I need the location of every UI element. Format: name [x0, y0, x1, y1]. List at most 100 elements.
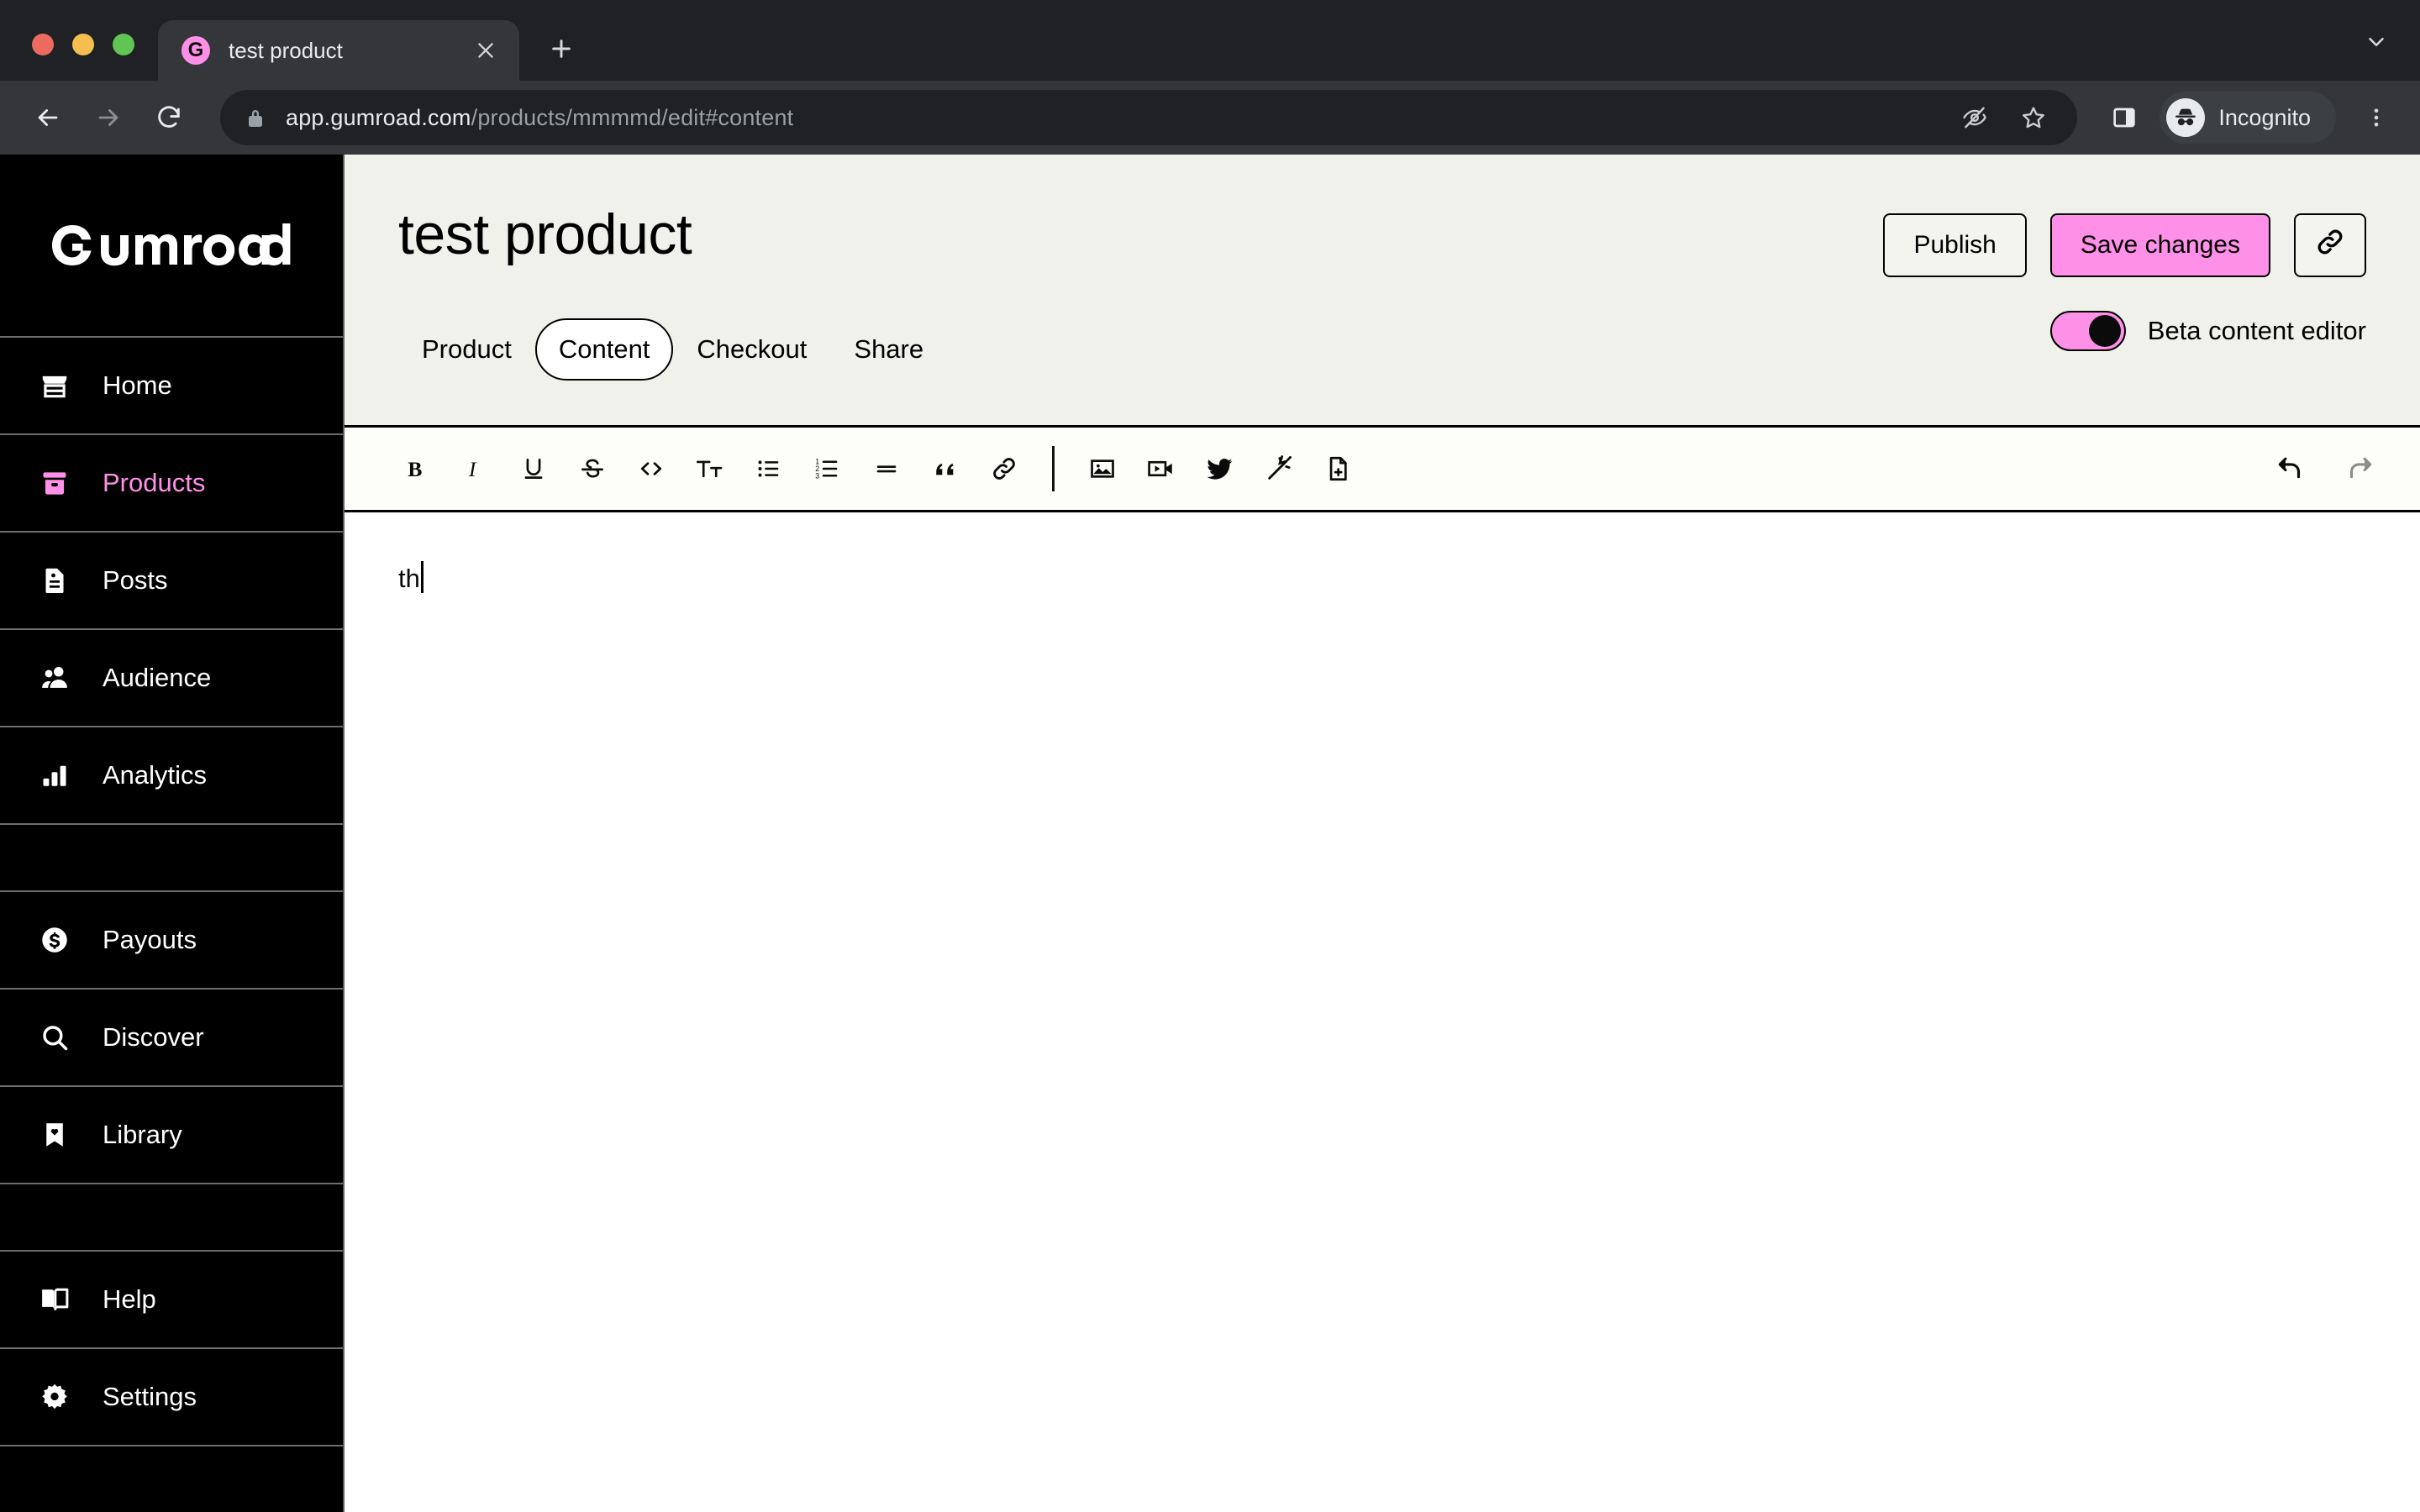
- new-tab-button[interactable]: [538, 25, 585, 72]
- blockquote-icon[interactable]: [919, 443, 971, 495]
- tab-list-chevron-down-icon[interactable]: [2353, 18, 2400, 66]
- minimize-window-button[interactable]: [72, 34, 94, 55]
- bar-chart-icon: [37, 758, 72, 793]
- url-text: app.gumroad.com/products/mmmmd/edit#cont…: [286, 104, 794, 130]
- eye-slash-icon[interactable]: [1956, 99, 1993, 136]
- magic-wand-icon[interactable]: [1253, 443, 1305, 495]
- product-tabs: Product Content Checkout Share Beta cont…: [398, 311, 2366, 425]
- svg-text:B: B: [408, 457, 422, 481]
- lock-icon: [245, 106, 267, 129]
- search-icon: [37, 1020, 72, 1055]
- omnibox-actions: [1956, 99, 2052, 136]
- bullet-list-icon[interactable]: [743, 443, 795, 495]
- redo-icon[interactable]: [2334, 443, 2386, 495]
- address-bar[interactable]: app.gumroad.com/products/mmmmd/edit#cont…: [220, 90, 2078, 145]
- sidebar-item-help[interactable]: Help: [0, 1252, 343, 1349]
- sidebar-item-label: Home: [103, 370, 172, 400]
- header-actions: Publish Save changes: [1883, 203, 2366, 277]
- side-panel-icon[interactable]: [2102, 96, 2146, 139]
- browser-toolbar: app.gumroad.com/products/mmmmd/edit#cont…: [0, 81, 2420, 155]
- close-window-button[interactable]: [32, 34, 54, 55]
- star-icon[interactable]: [2015, 99, 2052, 136]
- reload-icon[interactable]: [143, 92, 195, 144]
- sidebar-item-library[interactable]: Library: [0, 1087, 343, 1184]
- box-icon: [37, 465, 72, 501]
- beta-content-editor-toggle-group: Beta content editor: [2049, 311, 2366, 388]
- sidebar-item-label: Help: [103, 1284, 156, 1314]
- code-icon[interactable]: [625, 443, 677, 495]
- gear-icon: [37, 1379, 72, 1415]
- sidebar-item-label: Posts: [103, 565, 168, 595]
- sidebar-item-label: Products: [103, 468, 206, 497]
- tab-content[interactable]: Content: [534, 318, 674, 381]
- undo-icon[interactable]: [2264, 443, 2316, 495]
- sidebar-item-products[interactable]: Products: [0, 435, 343, 533]
- strikethrough-icon[interactable]: [566, 443, 618, 495]
- sidebar-item-home[interactable]: Home: [0, 338, 343, 435]
- link-icon: [2314, 226, 2346, 265]
- sidebar-item-posts[interactable]: Posts: [0, 533, 343, 630]
- storefront-icon: [37, 368, 72, 403]
- sidebar-divider-spacer: [0, 825, 343, 892]
- incognito-icon: [2166, 98, 2206, 137]
- gumroad-logo[interactable]: [0, 155, 343, 338]
- link-icon[interactable]: [978, 443, 1030, 495]
- toggle-knob: [2088, 315, 2121, 347]
- back-arrow-icon[interactable]: [22, 92, 74, 144]
- beta-toggle-label: Beta content editor: [2147, 316, 2366, 345]
- svg-text:I: I: [468, 457, 477, 481]
- text-size-icon[interactable]: [684, 443, 736, 495]
- sidebar-item-label: Payouts: [103, 925, 197, 954]
- editor-text: th: [398, 564, 420, 593]
- window-controls: [0, 34, 158, 81]
- sidebar-item-settings[interactable]: Settings: [0, 1349, 343, 1446]
- horizontal-rule-icon[interactable]: [860, 443, 913, 495]
- tab-title: test product: [229, 37, 343, 63]
- sidebar-divider-spacer-2: [0, 1184, 343, 1252]
- browser-window: G test product app.gumroad.com/products/…: [0, 0, 2420, 1512]
- publish-button[interactable]: Publish: [1883, 213, 2027, 277]
- bookmark-heart-icon: [37, 1117, 72, 1152]
- maximize-window-button[interactable]: [113, 34, 134, 55]
- svg-text:3: 3: [815, 471, 819, 480]
- beta-content-editor-toggle[interactable]: [2049, 311, 2126, 351]
- sidebar-item-label: Audience: [103, 663, 212, 692]
- browser-tab[interactable]: G test product: [158, 20, 519, 81]
- header-top-row: test product Publish Save changes: [398, 203, 2366, 277]
- sidebar-item-audience[interactable]: Audience: [0, 630, 343, 727]
- save-changes-button[interactable]: Save changes: [2049, 213, 2270, 277]
- bold-icon[interactable]: B: [390, 443, 442, 495]
- main-area: test product Publish Save changes Produc…: [345, 155, 2420, 1512]
- twitter-icon[interactable]: [1194, 443, 1246, 495]
- sidebar-item-label: Analytics: [103, 760, 208, 790]
- tab-share[interactable]: Share: [830, 318, 947, 381]
- toolbar-divider: [1052, 446, 1055, 491]
- tab-strip: G test product: [0, 0, 2420, 81]
- sidebar-item-discover[interactable]: Discover: [0, 990, 343, 1087]
- numbered-list-icon[interactable]: 123: [802, 443, 854, 495]
- sidebar-item-analytics[interactable]: Analytics: [0, 727, 343, 825]
- forward-arrow-icon[interactable]: [82, 92, 134, 144]
- italic-icon[interactable]: I: [449, 443, 501, 495]
- sidebar-item-label: Discover: [103, 1022, 204, 1052]
- open-book-icon: [37, 1282, 72, 1317]
- dollar-circle-icon: [37, 922, 72, 958]
- video-icon[interactable]: [1135, 443, 1187, 495]
- file-add-icon[interactable]: [1312, 443, 1364, 495]
- document-icon: [37, 563, 72, 598]
- incognito-profile-badge[interactable]: Incognito: [2160, 92, 2336, 144]
- tab-checkout[interactable]: Checkout: [673, 318, 830, 381]
- page-title: test product: [398, 202, 692, 266]
- incognito-label: Incognito: [2218, 104, 2311, 130]
- three-dot-menu-icon[interactable]: [2354, 92, 2398, 144]
- content-editor[interactable]: th: [345, 512, 2420, 1512]
- sidebar-item-label: Library: [103, 1120, 182, 1149]
- copy-link-button[interactable]: [2294, 213, 2366, 277]
- favicon-icon: G: [182, 36, 210, 65]
- close-icon[interactable]: [467, 32, 504, 69]
- history-tools-group: [2264, 443, 2386, 495]
- sidebar-item-payouts[interactable]: Payouts: [0, 892, 343, 990]
- underline-icon[interactable]: [508, 443, 560, 495]
- tab-product[interactable]: Product: [398, 318, 535, 381]
- image-icon[interactable]: [1076, 443, 1128, 495]
